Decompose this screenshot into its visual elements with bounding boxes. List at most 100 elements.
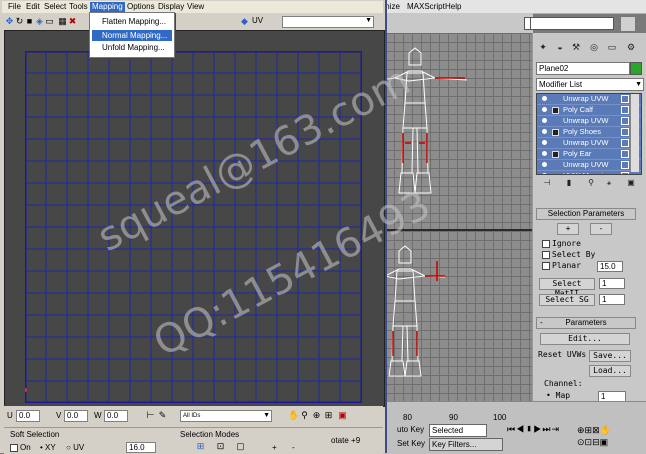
menu-tools[interactable]: Tools [67, 2, 90, 12]
move-icon[interactable]: ✥ [5, 16, 14, 26]
auto-key-label[interactable]: uto Key [397, 425, 424, 434]
menu-view[interactable]: View [185, 2, 206, 12]
key-mode-combo[interactable]: Selected [429, 424, 487, 437]
break-icon[interactable]: ✖ [68, 16, 77, 26]
contract-selection-button[interactable]: - [292, 443, 295, 452]
map-radio[interactable]: • Map [546, 391, 570, 400]
modify-tab-icon[interactable]: ◒ [554, 41, 566, 53]
pan-icon[interactable]: ✋ [288, 410, 299, 420]
expand-icon[interactable] [552, 129, 559, 136]
modifier-checkbox[interactable] [621, 150, 629, 158]
viewport-perspective[interactable] [385, 231, 532, 401]
soft-falloff-field[interactable]: 16.0 [126, 442, 156, 453]
lightbulb-icon[interactable] [542, 96, 547, 101]
planar-angle-field[interactable]: 15.0 [597, 261, 623, 272]
show-end-result-icon[interactable]: ▮ [562, 177, 576, 189]
make-unique-icon[interactable]: ⚲ [584, 177, 598, 189]
planar-checkbox[interactable] [542, 262, 550, 270]
menu-file[interactable]: File [6, 2, 23, 12]
zoom-extents-icon[interactable]: ⊞ [324, 410, 333, 420]
soft-on-checkbox[interactable] [10, 444, 18, 452]
modifier-stack[interactable]: Unwrap UVW Poly Calf Unwrap UVW Poly Shoes U… [536, 93, 642, 175]
modifier-stack-item[interactable]: UVW Mapping [537, 171, 641, 174]
key-filters-button[interactable]: Key Filters... [429, 438, 503, 451]
menu-select[interactable]: Select [42, 2, 68, 12]
menu-display[interactable]: Display [156, 2, 186, 12]
pin-stack-icon[interactable]: ⊣ [540, 177, 554, 189]
modifier-stack-item[interactable]: Poly Ear [537, 149, 641, 160]
max-menu-maxscript[interactable]: MAXScript [407, 2, 445, 11]
remove-modifier-icon[interactable]: ⚹ [602, 177, 616, 189]
modifier-stack-item[interactable]: Poly Calf [537, 105, 641, 116]
menu-edit[interactable]: Edit [24, 2, 42, 12]
selection-modes-title[interactable]: Selection Modes [180, 430, 239, 439]
create-tab-icon[interactable]: ✦ [537, 41, 549, 53]
weld-icon[interactable]: ▦ [58, 16, 67, 26]
rotate-icon[interactable]: ↻ [15, 16, 24, 26]
matid-field[interactable]: 1 [599, 278, 625, 289]
edge-mode-icon[interactable]: ⊡ [216, 441, 225, 451]
modifier-list-combo[interactable]: Modifier List ▼ [536, 78, 644, 91]
face-mode-icon[interactable]: ▢ [236, 441, 245, 451]
lightbulb-icon[interactable] [542, 107, 547, 112]
object-name-field[interactable]: Plane02 [536, 62, 630, 75]
expand-icon[interactable] [552, 107, 559, 114]
selection-parameters-title[interactable]: Selection Parameters [536, 208, 636, 220]
vertex-mode-icon[interactable]: ⊞ [196, 441, 205, 451]
modifier-stack-item[interactable]: Poly Shoes [537, 127, 641, 138]
select-matid-button[interactable]: Select MatII [539, 278, 595, 298]
normal-mapping-item[interactable]: Normal Mapping... [92, 30, 172, 41]
modifier-checkbox[interactable] [621, 161, 629, 169]
modifier-stack-scrollbar[interactable] [630, 94, 639, 172]
configure-sets-icon[interactable]: ▣ [624, 177, 638, 189]
w-field[interactable]: 0.0 [104, 410, 128, 422]
freeform-icon[interactable]: ◈ [35, 16, 44, 26]
max-named-selection-combo[interactable] [530, 17, 614, 30]
reset-uvws-label[interactable]: Reset UVWs [538, 350, 586, 359]
lightbulb-icon[interactable] [542, 162, 547, 167]
modifier-checkbox[interactable] [621, 117, 629, 125]
max-menu-help[interactable]: Help [445, 2, 461, 11]
flatten-mapping-item[interactable]: Flatten Mapping... [92, 16, 172, 27]
select-by-checkbox[interactable] [542, 251, 550, 259]
viewport-navigation-icons[interactable]: ⊕⊞⊠✋ ⊙⊡⊟▣ [577, 424, 643, 450]
modifier-checkbox[interactable] [621, 172, 629, 174]
modifier-checkbox[interactable] [621, 95, 629, 103]
hierarchy-tab-icon[interactable]: ⚒ [570, 41, 582, 53]
zoom-region-icon[interactable]: ⊕ [312, 410, 321, 420]
expand-icon[interactable] [552, 151, 559, 158]
expand-selection-button[interactable]: + [272, 443, 277, 452]
modifier-stack-item[interactable]: Unwrap UVW [537, 94, 641, 105]
motion-tab-icon[interactable]: ◎ [588, 41, 600, 53]
lightbulb-icon[interactable] [542, 129, 547, 134]
menu-options[interactable]: Options [125, 2, 157, 12]
soft-xy-radio[interactable]: • XY [40, 443, 56, 452]
menu-mapping[interactable]: Mapping [90, 2, 125, 12]
max-toolbar-button[interactable] [620, 16, 636, 32]
modifier-checkbox[interactable] [621, 128, 629, 136]
object-color-swatch[interactable] [630, 62, 642, 75]
lightbulb-icon[interactable] [542, 118, 547, 123]
snap-icon[interactable]: ▣ [338, 410, 347, 420]
zoom-icon[interactable]: ⚲ [300, 410, 309, 420]
sg-field[interactable]: 1 [599, 294, 625, 305]
id-filter-combo[interactable]: All IDs ▼ [180, 410, 272, 422]
modifier-checkbox[interactable] [621, 139, 629, 147]
utilities-tab-icon[interactable]: ⚙ [625, 41, 637, 53]
u-field[interactable]: 0.0 [16, 410, 40, 422]
v-field[interactable]: 0.0 [64, 410, 88, 422]
save-button[interactable]: Save... [589, 350, 631, 362]
grow-selection-button[interactable]: + [557, 223, 579, 235]
modifier-checkbox[interactable] [621, 106, 629, 114]
edit-button[interactable]: Edit... [540, 333, 630, 345]
soft-selection-title[interactable]: Soft Selection [10, 430, 59, 439]
modifier-stack-item[interactable]: Unwrap UVW [537, 116, 641, 127]
lightbulb-icon[interactable] [542, 173, 547, 174]
lock-icon[interactable]: ⊢ [146, 410, 155, 420]
playback-controls[interactable]: ⏮◀▮▶⏭⇥ [507, 424, 567, 436]
mirror-icon[interactable]: ▭ [45, 16, 54, 26]
select-sg-button[interactable]: Select SG [539, 294, 595, 306]
load-button[interactable]: Load... [589, 365, 631, 377]
paint-icon[interactable]: ✎ [158, 410, 167, 420]
parameters-title[interactable]: - Parameters [536, 317, 636, 329]
